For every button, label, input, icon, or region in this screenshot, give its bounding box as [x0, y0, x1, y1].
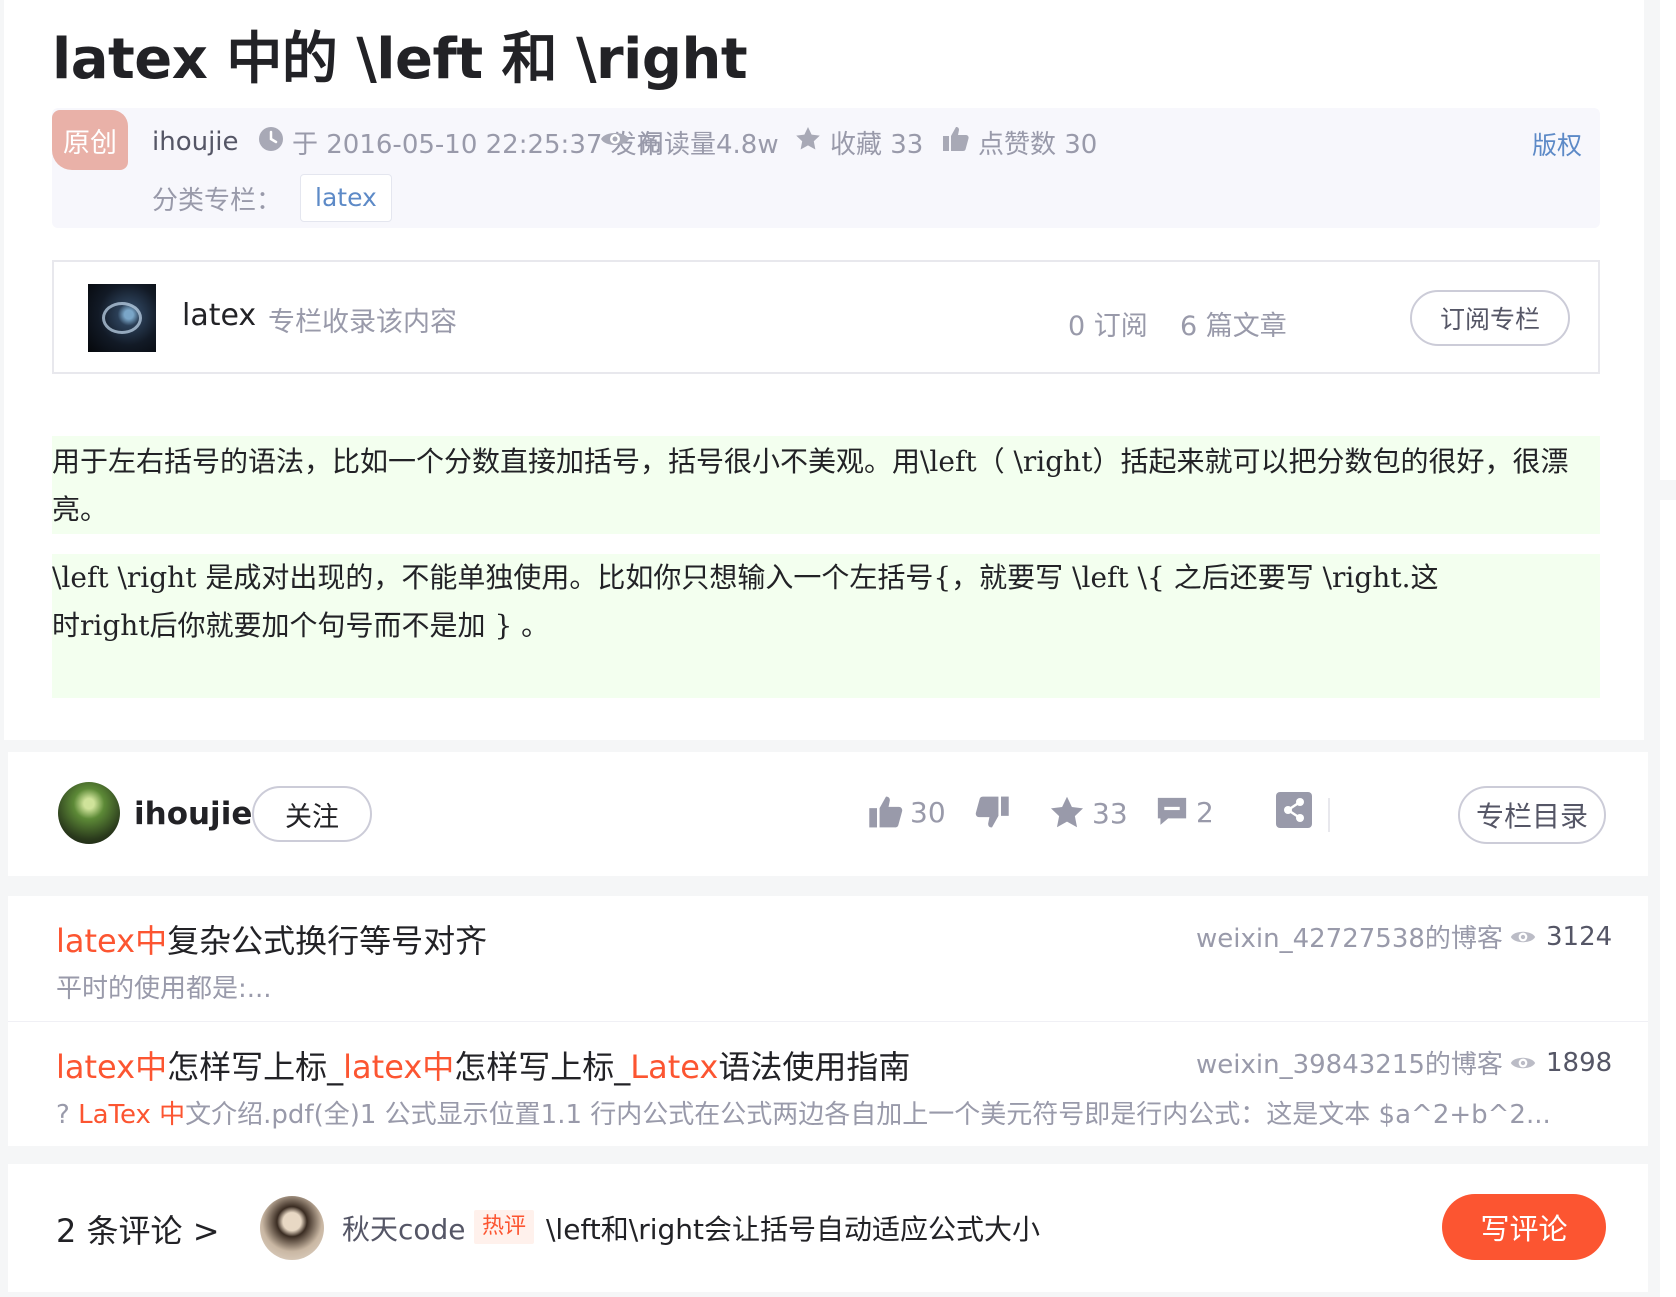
content-paragraph: \left \right 是成对出现的，不能单独使用。比如你只想输入一个左括号{…	[52, 554, 1600, 698]
author-avatar[interactable]	[58, 782, 120, 844]
page-title: latex 中的 \left 和 \right	[52, 27, 748, 92]
favorite-count: 33	[1092, 796, 1128, 830]
like-count: 30	[910, 795, 946, 829]
paragraph-line: 时right后你就要加个句号而不是加 } 。	[52, 609, 550, 642]
right-panel-edge	[1660, 0, 1676, 480]
like-count: 点赞数 30	[942, 124, 1097, 160]
paragraph-line: 用于左右括号的语法，比如一个分数直接加括号，括号很小不美观。用\left（ \r…	[52, 445, 1569, 478]
author-name[interactable]: ihoujie	[134, 796, 252, 832]
hot-comment-badge: 热评	[474, 1210, 535, 1244]
read-count-text: 阅读量4.8w	[638, 129, 779, 160]
content-paragraph: 用于左右括号的语法，比如一个分数直接加括号，括号很小不美观。用\left（ \r…	[52, 436, 1600, 534]
column-article-count: 6 篇文章	[1180, 311, 1287, 342]
comment-count-link[interactable]: 2 条评论 >	[56, 1206, 220, 1252]
column-subscribers: 0 订阅	[1068, 311, 1148, 342]
divider	[1328, 798, 1330, 832]
star-icon	[794, 125, 822, 160]
column-thumbnail[interactable]	[88, 284, 156, 352]
category-tag[interactable]: latex	[300, 174, 392, 222]
share-icon	[1276, 792, 1312, 828]
comment-count: 2	[1196, 795, 1214, 829]
read-count: 阅读量4.8w	[600, 124, 779, 160]
star-icon	[1050, 796, 1084, 828]
commenter-avatar[interactable]	[260, 1196, 324, 1260]
comment-icon	[1157, 797, 1187, 825]
list-item[interactable]: latex中复杂公式换行等号对齐 平时的使用都是:... weixin_4272…	[8, 896, 1648, 1021]
article-action-bar: ihoujie 关注 30 33 2 专栏目录	[8, 752, 1648, 876]
related-desc: ? LaTex 中文介绍.pdf(全)1 公式显示位置1.1 行内公式在公式两边…	[56, 1100, 1551, 1130]
column-desc: 专栏收录该内容	[268, 307, 457, 338]
related-blog[interactable]: weixin_39843215的博客	[1196, 1044, 1503, 1081]
original-badge: 原创	[52, 110, 128, 170]
paragraph-line: \left \right 是成对出现的，不能单独使用。比如你只想输入一个左括号{…	[52, 561, 1439, 594]
column-catalog-button[interactable]: 专栏目录	[1458, 786, 1606, 844]
column-name[interactable]: latex	[182, 298, 256, 333]
related-views: 1898	[1510, 1048, 1612, 1078]
write-comment-button[interactable]: 写评论	[1442, 1194, 1606, 1260]
favorite-count-text: 收藏 33	[830, 129, 924, 160]
eye-icon	[1510, 1057, 1536, 1069]
article-card: latex 中的 \left 和 \right 原创 ihoujie 于 201…	[4, 0, 1644, 740]
follow-button[interactable]: 关注	[252, 786, 372, 842]
comment-bar: 2 条评论 > 秋天code 热评 \left和\right会让括号自动适应公式…	[8, 1164, 1648, 1292]
commenter-name[interactable]: 秋天code	[342, 1208, 466, 1248]
related-blog[interactable]: weixin_42727538的博客	[1196, 918, 1503, 955]
favorite-count: 收藏 33	[794, 124, 923, 160]
hot-comment-text[interactable]: \left和\right会让括号自动适应公式大小	[546, 1208, 1040, 1248]
like-button[interactable]: 30	[868, 794, 946, 830]
list-item[interactable]: latex中怎样写上标_latex中怎样写上标_Latex语法使用指南 ? La…	[8, 1021, 1648, 1146]
clock-icon	[258, 126, 284, 159]
related-views: 3124	[1510, 922, 1612, 952]
thumbs-up-icon	[942, 125, 970, 160]
eye-icon	[600, 127, 630, 157]
category-label: 分类专栏：	[152, 186, 283, 216]
column-card: latex 专栏收录该内容 0 订阅 6 篇文章 订阅专栏	[52, 260, 1600, 374]
dislike-button[interactable]	[974, 794, 1016, 830]
subscribe-column-button[interactable]: 订阅专栏	[1410, 290, 1570, 346]
eye-icon	[1510, 931, 1536, 943]
related-articles: latex中复杂公式换行等号对齐 平时的使用都是:... weixin_4272…	[8, 896, 1648, 1146]
thumbs-down-icon	[975, 796, 1009, 828]
author-link[interactable]: ihoujie	[152, 124, 239, 160]
like-count-text: 点赞数 30	[978, 129, 1098, 160]
thumbs-up-icon	[869, 796, 903, 828]
favorite-button[interactable]: 33	[1048, 794, 1128, 832]
page: latex 中的 \left 和 \right 原创 ihoujie 于 201…	[4, 0, 1648, 1297]
related-title[interactable]: latex中复杂公式换行等号对齐	[56, 916, 487, 962]
copyright-link[interactable]: 版权	[1532, 126, 1582, 162]
related-title[interactable]: latex中怎样写上标_latex中怎样写上标_Latex语法使用指南	[56, 1042, 910, 1088]
right-panel-edge	[1660, 500, 1676, 1297]
comment-button[interactable]: 2	[1154, 794, 1214, 830]
related-desc: 平时的使用都是:...	[56, 974, 272, 1004]
share-button[interactable]	[1274, 790, 1320, 830]
paragraph-line: 亮。	[52, 493, 109, 526]
